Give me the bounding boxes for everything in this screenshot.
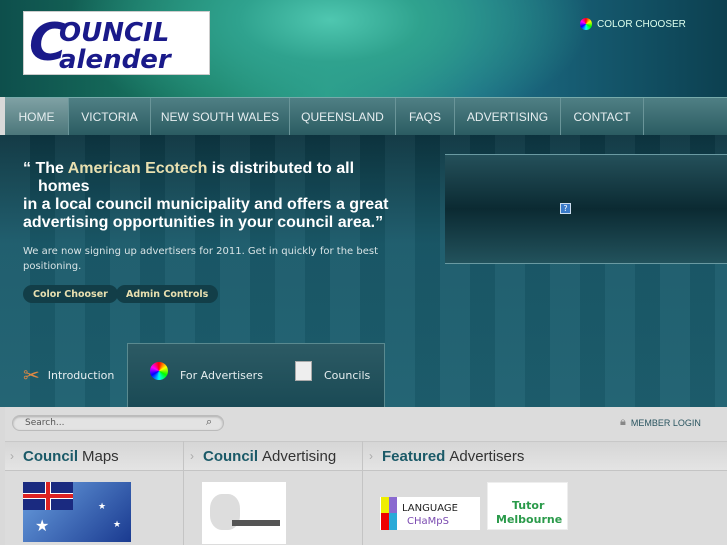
site-logo[interactable]: C OUNCIL alender (23, 11, 210, 75)
council-maps-heading: › Council Maps (10, 447, 119, 465)
nav-new-south-wales[interactable]: NEW SOUTH WALES (151, 98, 290, 136)
color-chooser-button[interactable]: Color Chooser (23, 285, 118, 303)
hero-quote: “ The American Ecotech is distributed to… (23, 160, 398, 232)
search-icon[interactable]: ⌕ (206, 415, 212, 429)
chevron-right-icon: › (190, 449, 194, 463)
quote-text: The (35, 160, 68, 177)
document-add-icon (295, 361, 312, 381)
svg-text:OUNCIL: OUNCIL (59, 18, 169, 48)
tutor-melbourne-logo[interactable]: Tutor Melbourne (487, 482, 568, 530)
missing-image-icon: ? (560, 203, 571, 214)
member-login-link[interactable]: 🔒︎ MEMBER LOGIN (620, 416, 701, 429)
hero-subtext: We are now signing up advertisers for 20… (23, 246, 379, 272)
australia-flag-image[interactable]: ★ ★ ★ (23, 482, 131, 542)
main-nav: HOME VICTORIA NEW SOUTH WALES QUEENSLAND… (5, 97, 727, 136)
nav-faqs[interactable]: FAQS (396, 98, 455, 136)
svg-text:alender: alender (59, 45, 173, 72)
nav-victoria[interactable]: VICTORIA (69, 98, 151, 136)
logo-text: LANGUAGE (402, 503, 458, 514)
color-wheel-icon (580, 18, 592, 30)
council-advertising-heading: › Council Advertising (190, 447, 337, 465)
quote-close-mark: ” (375, 214, 384, 231)
tab-introduction[interactable]: ✂ Introduction (23, 343, 114, 407)
quote-highlight: American Ecotech (67, 160, 208, 177)
tab-label: For Advertisers (180, 368, 263, 382)
lock-icon: 🔒︎ (620, 416, 626, 428)
color-chooser-label: COLOR CHOOSER (597, 18, 686, 30)
tab-for-advertisers[interactable]: For Advertisers (150, 343, 263, 407)
nav-contact[interactable]: CONTACT (561, 98, 644, 136)
column-divider (183, 441, 184, 545)
admin-controls-button[interactable]: Admin Controls (116, 285, 219, 303)
logo-image: C OUNCIL alender (29, 14, 173, 72)
logo-text: Melbourne (496, 513, 563, 526)
tab-label: Introduction (47, 368, 115, 382)
tab-label: Councils (324, 368, 371, 382)
member-login-label: MEMBER LOGIN (630, 417, 701, 428)
tools-icon: ✂ (23, 363, 40, 387)
featured-advertisers-heading: › Featured Advertisers (369, 447, 525, 465)
color-wheel-icon (150, 362, 168, 380)
tab-councils[interactable]: Councils (295, 343, 370, 407)
quote-text: in a local council municipality and offe… (23, 196, 389, 213)
quote-text: is distributed to all (207, 160, 355, 177)
search-input[interactable]: Search... (12, 415, 224, 431)
color-chooser-link[interactable]: COLOR CHOOSER (580, 18, 686, 30)
quote-open-mark: “ (23, 160, 31, 177)
keys-image[interactable] (202, 482, 286, 544)
nav-advertising[interactable]: ADVERTISING (455, 98, 561, 136)
nav-queensland[interactable]: QUEENSLAND (290, 98, 396, 136)
quote-text: homes (38, 178, 90, 195)
chevron-right-icon: › (10, 449, 14, 463)
chevron-right-icon: › (369, 449, 373, 463)
logo-text: Tutor (512, 499, 545, 512)
ad-banner (445, 154, 727, 264)
quote-text: advertising opportunities in your counci… (23, 214, 376, 231)
nav-home[interactable]: HOME (5, 98, 69, 136)
language-champs-logo[interactable]: LANGUAGE CHaMpS (380, 497, 480, 530)
logo-text: CHaMpS (407, 516, 449, 527)
header: C OUNCIL alender COLOR CHOOSER (0, 0, 727, 97)
column-divider (362, 441, 363, 545)
